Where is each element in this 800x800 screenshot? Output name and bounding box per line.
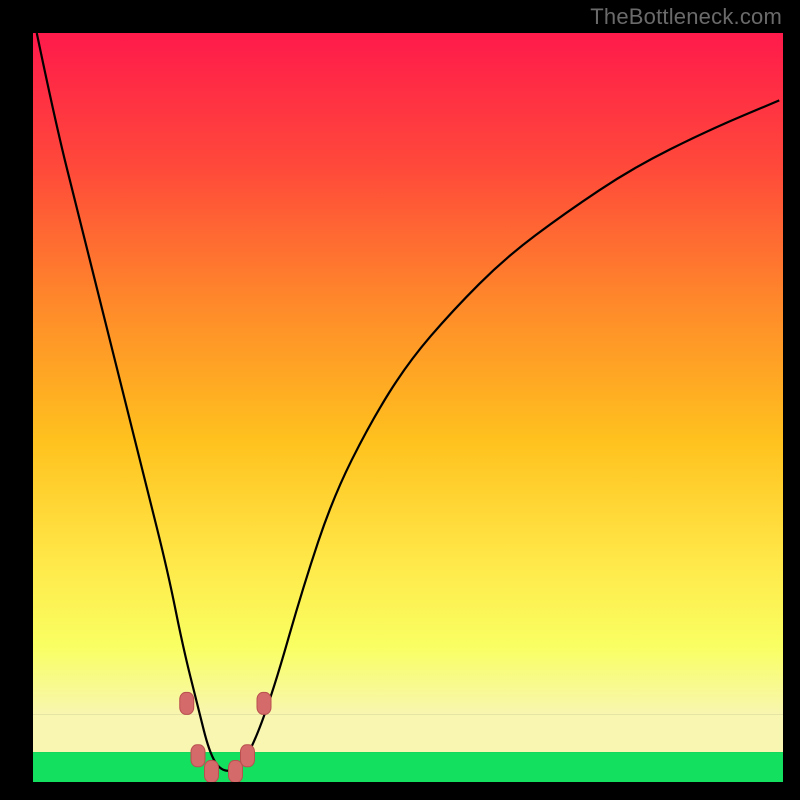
gradient-background xyxy=(33,33,783,715)
curve-marker xyxy=(180,692,194,714)
curve-marker xyxy=(257,692,271,714)
green-band xyxy=(33,752,783,782)
chart-svg xyxy=(33,33,783,782)
cream-band xyxy=(33,715,783,752)
attribution-text: TheBottleneck.com xyxy=(590,4,782,30)
curve-marker xyxy=(229,761,243,782)
curve-marker xyxy=(191,745,205,767)
curve-marker xyxy=(241,745,255,767)
outer-frame: TheBottleneck.com xyxy=(0,0,800,800)
curve-marker xyxy=(205,761,219,782)
plot-area xyxy=(33,33,783,782)
